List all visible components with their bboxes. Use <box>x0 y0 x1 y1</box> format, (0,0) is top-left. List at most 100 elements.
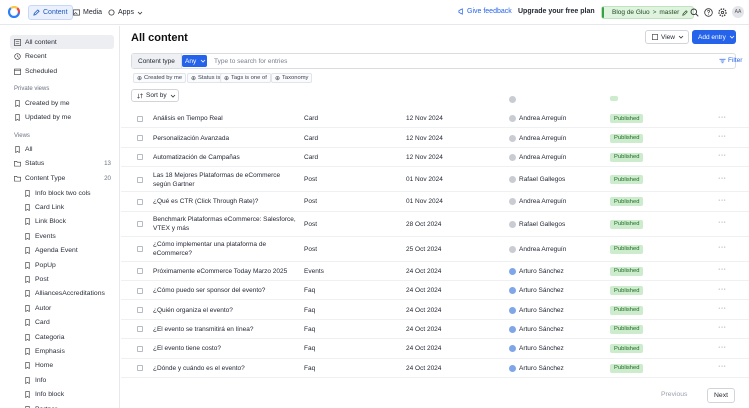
table-row[interactable]: ¿Cómo implementar una plataforma de eCom… <box>121 237 749 262</box>
sidebar-item-content-type[interactable]: Card <box>20 316 114 330</box>
filter-chip-status[interactable]: ⊕ Status is <box>187 73 225 83</box>
sidebar-item-all[interactable]: All <box>10 142 114 156</box>
filter-chip-tags[interactable]: ⊕ Tags is one of <box>220 73 271 83</box>
entry-name[interactable]: ¿Quién organiza el evento? <box>153 306 298 315</box>
row-checkbox[interactable] <box>137 135 143 142</box>
row-actions-menu[interactable]: ··· <box>718 152 727 159</box>
row-actions-menu[interactable]: ··· <box>718 305 727 312</box>
table-row[interactable]: Benchmark Plataformas eCommerce: Salesfo… <box>121 212 749 237</box>
sidebar-item-content-type[interactable]: Info block <box>20 388 114 402</box>
view-button[interactable]: View <box>645 30 689 44</box>
row-actions-menu[interactable]: ··· <box>718 344 727 351</box>
entry-name[interactable]: ¿Cómo implementar una plataforma de eCom… <box>153 240 298 258</box>
sidebar-item-updated-by-me[interactable]: Updated by me <box>10 110 114 124</box>
bookmark-icon <box>25 304 30 312</box>
settings-icon[interactable] <box>718 8 727 17</box>
sidebar-folder-content-type[interactable]: Content Type 20 <box>10 171 114 185</box>
entry-name[interactable]: ¿Cómo puedo ser sponsor del evento? <box>153 286 298 295</box>
sidebar-item-content-type[interactable]: PopUp <box>20 258 114 272</box>
table-row[interactable]: Las 18 Mejores Plataformas de eCommerce … <box>121 167 749 193</box>
table-row[interactable]: ¿Cómo puedo ser sponsor del evento? Faq 24… <box>121 281 749 301</box>
sidebar-item-content-type[interactable]: AlliancesAccreditations <box>20 287 114 301</box>
row-checkbox[interactable] <box>137 287 143 294</box>
sidebar-item-content-type[interactable]: Card Link <box>20 200 114 214</box>
row-checkbox[interactable] <box>137 198 143 205</box>
sidebar-item-all-content[interactable]: All content <box>10 35 114 49</box>
contentful-logo-icon[interactable] <box>8 6 20 18</box>
row-checkbox[interactable] <box>137 268 143 275</box>
entry-name[interactable]: ¿El evento tiene costo? <box>153 344 298 353</box>
entry-name[interactable]: Benchmark Plataformas eCommerce: Salesfo… <box>153 215 298 233</box>
sidebar-item-content-type[interactable]: Agenda Event <box>20 244 114 258</box>
filter-chip-created-by-me[interactable]: ⊕ Created by me <box>133 73 187 83</box>
sidebar-item-content-type[interactable]: Info block two cols <box>20 186 114 200</box>
row-actions-menu[interactable]: ··· <box>718 244 727 251</box>
next-page-button[interactable]: Next <box>707 388 735 403</box>
environment-selector[interactable]: Blog de Gluo > master <box>601 6 695 19</box>
row-checkbox[interactable] <box>137 365 143 372</box>
row-actions-menu[interactable]: ··· <box>718 324 727 331</box>
sidebar-item-content-type[interactable]: Link Block <box>20 215 114 229</box>
add-entry-button[interactable]: Add entry <box>692 30 736 44</box>
row-actions-menu[interactable]: ··· <box>718 133 727 140</box>
tab-content[interactable]: Content <box>28 5 73 20</box>
previous-page-button[interactable]: Previous <box>661 391 687 398</box>
entry-name[interactable]: ¿El evento se transmitirá en línea? <box>153 325 298 334</box>
sidebar-item-scheduled[interactable]: Scheduled <box>10 64 114 78</box>
row-actions-menu[interactable]: ··· <box>718 363 727 370</box>
row-actions-menu[interactable]: ··· <box>718 266 727 273</box>
filter-chip-taxonomy[interactable]: ⊕ Taxonomy <box>271 73 313 83</box>
table-row[interactable]: ¿Qué es CTR (Click Through Rate)? Post 01 … <box>121 192 749 212</box>
entry-name[interactable]: Las 18 Mejores Plataformas de eCommerce … <box>153 171 298 189</box>
sort-by-button[interactable]: Sort by <box>131 89 179 102</box>
row-actions-menu[interactable]: ··· <box>718 286 727 293</box>
sidebar-item-content-type[interactable]: Autor <box>20 301 114 315</box>
row-checkbox[interactable] <box>137 345 143 352</box>
sidebar-item-content-type[interactable]: Emphasis <box>20 344 114 358</box>
sidebar-item-created-by-me[interactable]: Created by me <box>10 96 114 110</box>
sidebar-item-content-type[interactable]: Partner <box>20 402 114 408</box>
row-actions-menu[interactable]: ··· <box>718 114 727 121</box>
table-row[interactable]: Personalización Avanzada Card 12 Nov 2024 A… <box>121 128 749 148</box>
row-checkbox[interactable] <box>137 221 143 228</box>
table-row[interactable]: Automatización de Campañas Card 12 Nov 202… <box>121 148 749 168</box>
sidebar-item-content-type[interactable]: Info <box>20 373 114 387</box>
search-icon[interactable] <box>690 8 699 17</box>
entry-name[interactable]: Análisis en Tiempo Real <box>153 114 298 123</box>
sidebar-item-content-type[interactable]: Categoria <box>20 330 114 344</box>
row-actions-menu[interactable]: ··· <box>718 175 727 182</box>
sidebar-item-content-type[interactable]: Events <box>20 229 114 243</box>
sidebar-item-recent[interactable]: Recent <box>10 49 114 63</box>
row-checkbox[interactable] <box>137 307 143 314</box>
sidebar-item-content-type[interactable]: Home <box>20 359 114 373</box>
row-checkbox[interactable] <box>137 246 143 253</box>
entry-name[interactable]: ¿Qué es CTR (Click Through Rate)? <box>153 197 298 206</box>
tab-media[interactable]: Media <box>69 5 106 20</box>
search-input[interactable] <box>214 55 614 67</box>
table-row[interactable]: ¿Dónde y cuándo es el evento? Faq 24 Oct 2… <box>121 359 749 378</box>
table-row[interactable]: Próximamente eCommerce Today Marzo 2025 E… <box>121 262 749 281</box>
row-checkbox[interactable] <box>137 115 143 122</box>
entry-name[interactable]: ¿Dónde y cuándo es el evento? <box>153 364 298 373</box>
sidebar-item-content-type[interactable]: Post <box>20 272 114 286</box>
table-row[interactable]: Análisis en Tiempo Real Card 12 Nov 2024 An… <box>121 109 749 129</box>
row-checkbox[interactable] <box>137 176 143 183</box>
entry-name[interactable]: Personalización Avanzada <box>153 134 298 143</box>
user-avatar[interactable]: AA <box>732 6 744 18</box>
table-row[interactable]: ¿El evento tiene costo? Faq 24 Oct 2024 Art… <box>121 339 749 359</box>
row-checkbox[interactable] <box>137 154 143 161</box>
sidebar-folder-status[interactable]: Status 13 <box>10 156 114 170</box>
filter-button[interactable]: Filter <box>719 57 742 64</box>
content-type-any-select[interactable]: Any <box>182 55 207 67</box>
row-actions-menu[interactable]: ··· <box>718 219 727 226</box>
entry-name[interactable]: Automatización de Campañas <box>153 153 298 162</box>
give-feedback-link[interactable]: Give feedback <box>467 8 512 15</box>
table-row[interactable]: ¿Quién organiza el evento? Faq 24 Oct 2024… <box>121 300 749 320</box>
help-icon[interactable] <box>704 8 713 17</box>
table-row[interactable]: ¿El evento se transmitirá en línea? Faq 24… <box>121 320 749 340</box>
tab-apps[interactable]: Apps <box>104 5 147 20</box>
row-checkbox[interactable] <box>137 326 143 333</box>
row-actions-menu[interactable]: ··· <box>718 197 727 204</box>
entry-name[interactable]: Próximamente eCommerce Today Marzo 2025 <box>153 267 298 276</box>
upgrade-plan-link[interactable]: Upgrade your free plan <box>518 8 595 15</box>
